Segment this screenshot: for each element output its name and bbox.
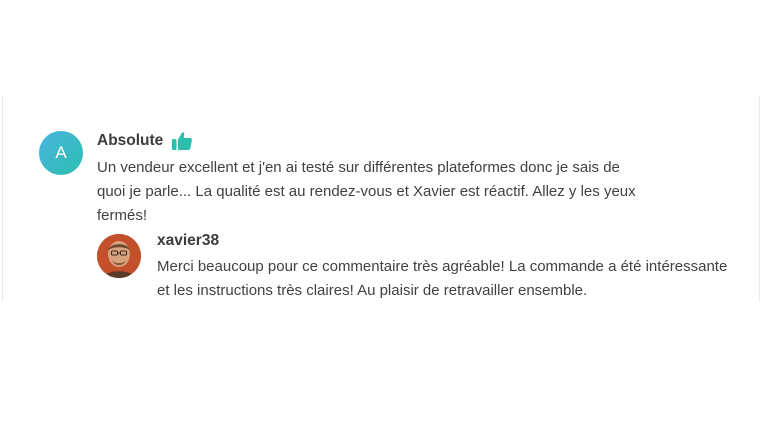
reply-body: xavier38 Merci beaucoup pour ce commenta…	[157, 231, 737, 303]
review-text: Un vendeur excellent et j'en ai testé su…	[97, 159, 636, 224]
reviewer-name[interactable]: Absolute	[97, 132, 163, 150]
seller-avatar[interactable]	[97, 234, 141, 278]
reviewer-avatar[interactable]: A	[39, 131, 83, 175]
review-body: Absolute Un vendeur excellent et j'en ai…	[97, 131, 697, 228]
review-author-row: Absolute	[97, 131, 697, 151]
thumbs-up-icon	[171, 131, 193, 151]
seller-name[interactable]: xavier38	[157, 231, 737, 251]
review-card: A Absolute Un vendeur excellent et j'en …	[2, 95, 760, 302]
reply-text: Merci beaucoup pour ce commentaire très …	[157, 258, 728, 299]
page: A Absolute Un vendeur excellent et j'en …	[0, 0, 760, 427]
